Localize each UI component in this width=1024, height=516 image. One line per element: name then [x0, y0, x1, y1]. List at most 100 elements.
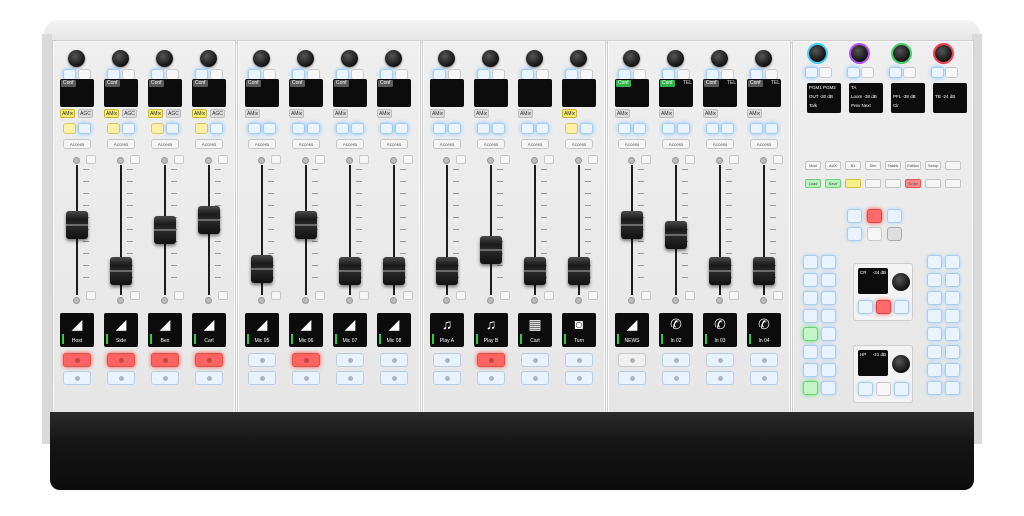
on-button[interactable] [336, 353, 364, 367]
on-button[interactable] [565, 353, 593, 367]
assign-button[interactable] [122, 123, 135, 134]
automix-chip[interactable]: AMix [377, 109, 392, 118]
on-button[interactable] [292, 353, 320, 367]
fader-cap[interactable] [665, 221, 687, 250]
cut-button[interactable] [773, 291, 783, 300]
monitor-level-knob[interactable] [892, 355, 910, 373]
access-button[interactable]: Access [433, 139, 461, 149]
left-keypad-button[interactable] [821, 345, 836, 359]
function-key[interactable]: Load [805, 179, 821, 188]
cue-button[interactable] [521, 371, 549, 385]
assign-button[interactable] [765, 123, 778, 134]
monitor-knob[interactable] [851, 45, 868, 62]
pfl-button[interactable] [588, 155, 598, 164]
cut-button[interactable] [500, 291, 510, 300]
assign-button[interactable] [580, 123, 593, 134]
access-button[interactable]: Access [477, 139, 505, 149]
monitor-button[interactable] [889, 67, 902, 78]
automix-chip[interactable]: AMix [615, 109, 630, 118]
cue-button[interactable] [433, 371, 461, 385]
keypad-button[interactable] [867, 227, 882, 241]
left-keypad-button[interactable] [821, 327, 836, 341]
assign-button[interactable] [263, 123, 276, 134]
assign-button[interactable] [662, 123, 675, 134]
right-keypad-button[interactable] [927, 327, 942, 341]
function-key[interactable] [845, 179, 861, 188]
automix-chip[interactable]: AMix [192, 109, 207, 118]
access-button[interactable]: Access [151, 139, 179, 149]
right-keypad-button[interactable] [945, 291, 960, 305]
channel-knob[interactable] [482, 50, 499, 67]
assign-button[interactable] [351, 123, 364, 134]
automix-chip[interactable]: AMix [659, 109, 674, 118]
channel-knob[interactable] [385, 50, 402, 67]
fader-cap[interactable] [621, 210, 643, 239]
assign-button[interactable] [63, 123, 76, 134]
automix-chip[interactable]: AMix [703, 109, 718, 118]
assign-button[interactable] [536, 123, 549, 134]
right-keypad-button[interactable] [945, 255, 960, 269]
assign-button[interactable] [195, 123, 208, 134]
assign-button[interactable] [166, 123, 179, 134]
cut-button[interactable] [729, 291, 739, 300]
fader-cap[interactable] [568, 256, 590, 285]
left-keypad-button[interactable] [821, 255, 836, 269]
pfl-button[interactable] [403, 155, 413, 164]
monitor-button[interactable] [819, 67, 832, 78]
channel-knob[interactable] [297, 50, 314, 67]
keypad-button[interactable] [887, 209, 902, 223]
cut-button[interactable] [544, 291, 554, 300]
function-key[interactable] [945, 161, 961, 170]
access-button[interactable]: Access [380, 139, 408, 149]
left-keypad-button[interactable] [821, 309, 836, 323]
left-keypad-button[interactable] [803, 309, 818, 323]
channel-knob[interactable] [755, 50, 772, 67]
on-button[interactable] [433, 353, 461, 367]
left-keypad-button[interactable] [803, 273, 818, 287]
access-button[interactable]: Access [618, 139, 646, 149]
fader-cap[interactable] [66, 210, 88, 239]
pfl-button[interactable] [456, 155, 466, 164]
access-button[interactable]: Access [565, 139, 593, 149]
fader-cap[interactable] [339, 256, 361, 285]
access-button[interactable]: Access [662, 139, 690, 149]
assign-button[interactable] [521, 123, 534, 134]
assign-button[interactable] [78, 123, 91, 134]
monitor-button[interactable] [945, 67, 958, 78]
cut-button[interactable] [315, 291, 325, 300]
keypad-button[interactable] [847, 209, 862, 223]
pfl-button[interactable] [218, 155, 228, 164]
channel-knob[interactable] [341, 50, 358, 67]
assign-button[interactable] [477, 123, 490, 134]
on-button[interactable] [618, 353, 646, 367]
cue-button[interactable] [477, 371, 505, 385]
left-keypad-button[interactable] [803, 381, 818, 395]
channel-knob[interactable] [667, 50, 684, 67]
assign-button[interactable] [565, 123, 578, 134]
on-button[interactable] [662, 353, 690, 367]
function-key[interactable]: Script [905, 179, 921, 188]
cut-button[interactable] [641, 291, 651, 300]
right-keypad-button[interactable] [945, 327, 960, 341]
automix-chip[interactable]: AMix [562, 109, 577, 118]
access-button[interactable]: Access [336, 139, 364, 149]
cue-button[interactable] [151, 371, 179, 385]
channel-knob[interactable] [570, 50, 587, 67]
assign-button[interactable] [492, 123, 505, 134]
automix-chip[interactable]: AMix [333, 109, 348, 118]
automix-chip[interactable]: AMix [60, 109, 75, 118]
function-key[interactable] [885, 179, 901, 188]
left-keypad-button[interactable] [803, 345, 818, 359]
on-button[interactable] [477, 353, 505, 367]
automix-chip[interactable]: AMix [289, 109, 304, 118]
assign-button[interactable] [633, 123, 646, 134]
channel-knob[interactable] [526, 50, 543, 67]
monitor-button[interactable] [847, 67, 860, 78]
assign-button[interactable] [395, 123, 408, 134]
assign-button[interactable] [248, 123, 261, 134]
right-keypad-button[interactable] [945, 363, 960, 377]
function-key[interactable]: AUX [825, 161, 841, 170]
channel-knob[interactable] [68, 50, 85, 67]
automix-chip[interactable]: AMix [104, 109, 119, 118]
right-keypad-button[interactable] [927, 381, 942, 395]
